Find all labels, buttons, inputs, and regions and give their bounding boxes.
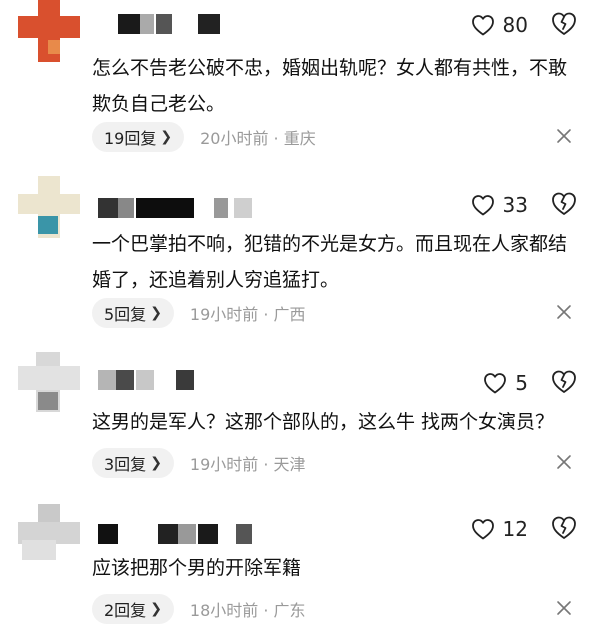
view-replies-button[interactable]: 5回复 ❯	[92, 298, 174, 328]
chevron-right-icon: ❯	[150, 601, 162, 617]
comment-text: 一个巴掌拍不响，犯错的不光是女方。而且现在人家都结婚了，还追着别人穷追猛打。	[92, 233, 568, 291]
comment-text: 这男的是军人？这那个部队的，这么牛 找两个女演员？	[92, 411, 555, 433]
close-icon	[557, 601, 571, 615]
heart-outline-icon	[471, 195, 494, 216]
comment-meta: 19回复 ❯ 20小时前 · 重庆	[92, 122, 316, 152]
heart-outline-icon	[484, 373, 507, 394]
comment-item: 5 这男的是军人？这那个部队的，这么牛 找两个女演员？ 3回复 ❯ 19小时前 …	[0, 352, 600, 482]
like-count: 33	[502, 193, 528, 217]
dismiss-button[interactable]	[556, 304, 574, 322]
heart-outline-icon	[471, 519, 494, 540]
chevron-right-icon: ❯	[150, 305, 162, 321]
comment-item: 33 一个巴掌拍不响，犯错的不光是女方。而且现在人家都结婚了，还追着别人穷追猛打…	[0, 176, 600, 336]
comment-item: 80 怎么不告老公破不忠，婚姻出轨呢？女人都有共性，不敢欺负自己老公。 19回复…	[0, 0, 600, 160]
comment-meta: 2回复 ❯ 18小时前 · 广东	[92, 594, 306, 624]
like-button[interactable]: 33	[471, 190, 528, 220]
reply-count-label: 19回复	[104, 129, 157, 148]
comment-meta: 3回复 ❯ 19小时前 · 天津	[92, 448, 306, 478]
dislike-button[interactable]	[550, 514, 580, 544]
dislike-button[interactable]	[550, 10, 580, 40]
time-location: 20小时前 · 重庆	[200, 129, 316, 148]
reply-count-label: 3回复	[104, 455, 147, 474]
broken-heart-icon	[552, 516, 576, 539]
view-replies-button[interactable]: 2回复 ❯	[92, 594, 174, 624]
like-button[interactable]: 5	[483, 368, 528, 398]
close-icon	[557, 305, 571, 319]
like-count: 5	[515, 371, 528, 395]
like-button[interactable]: 12	[471, 514, 528, 544]
reply-count-label: 5回复	[104, 305, 147, 324]
chevron-right-icon: ❯	[160, 129, 173, 145]
broken-heart-icon	[552, 192, 576, 215]
dismiss-button[interactable]	[556, 600, 574, 618]
avatar[interactable]	[18, 504, 80, 566]
comment-text: 应该把那个男的开除军籍	[92, 557, 302, 579]
avatar[interactable]	[18, 352, 80, 414]
avatar[interactable]	[18, 176, 80, 238]
dislike-button[interactable]	[550, 368, 580, 398]
time-location: 18小时前 · 广东	[189, 601, 306, 620]
reply-count-label: 2回复	[104, 601, 147, 620]
like-count: 80	[502, 13, 528, 37]
like-count: 12	[502, 517, 528, 541]
comment-meta: 5回复 ❯ 19小时前 · 广西	[92, 298, 306, 328]
comment-text: 怎么不告老公破不忠，婚姻出轨呢？女人都有共性，不敢欺负自己老公。	[92, 57, 568, 115]
heart-outline-icon	[471, 15, 494, 36]
time-location: 19小时前 · 广西	[189, 305, 306, 324]
comment-item: 12 应该把那个男的开除军籍 2回复 ❯ 18小时前 · 广东	[0, 500, 600, 624]
broken-heart-icon	[552, 12, 576, 35]
time-location: 19小时前 · 天津	[189, 455, 306, 474]
avatar[interactable]	[18, 0, 80, 62]
like-button[interactable]: 80	[471, 10, 528, 40]
close-icon	[557, 455, 571, 469]
view-replies-button[interactable]: 3回复 ❯	[92, 448, 174, 478]
dismiss-button[interactable]	[556, 454, 574, 472]
dismiss-button[interactable]	[556, 128, 574, 146]
chevron-right-icon: ❯	[150, 455, 162, 471]
dislike-button[interactable]	[550, 190, 580, 220]
view-replies-button[interactable]: 19回复 ❯	[92, 122, 185, 152]
broken-heart-icon	[552, 370, 576, 393]
close-icon	[557, 129, 571, 143]
